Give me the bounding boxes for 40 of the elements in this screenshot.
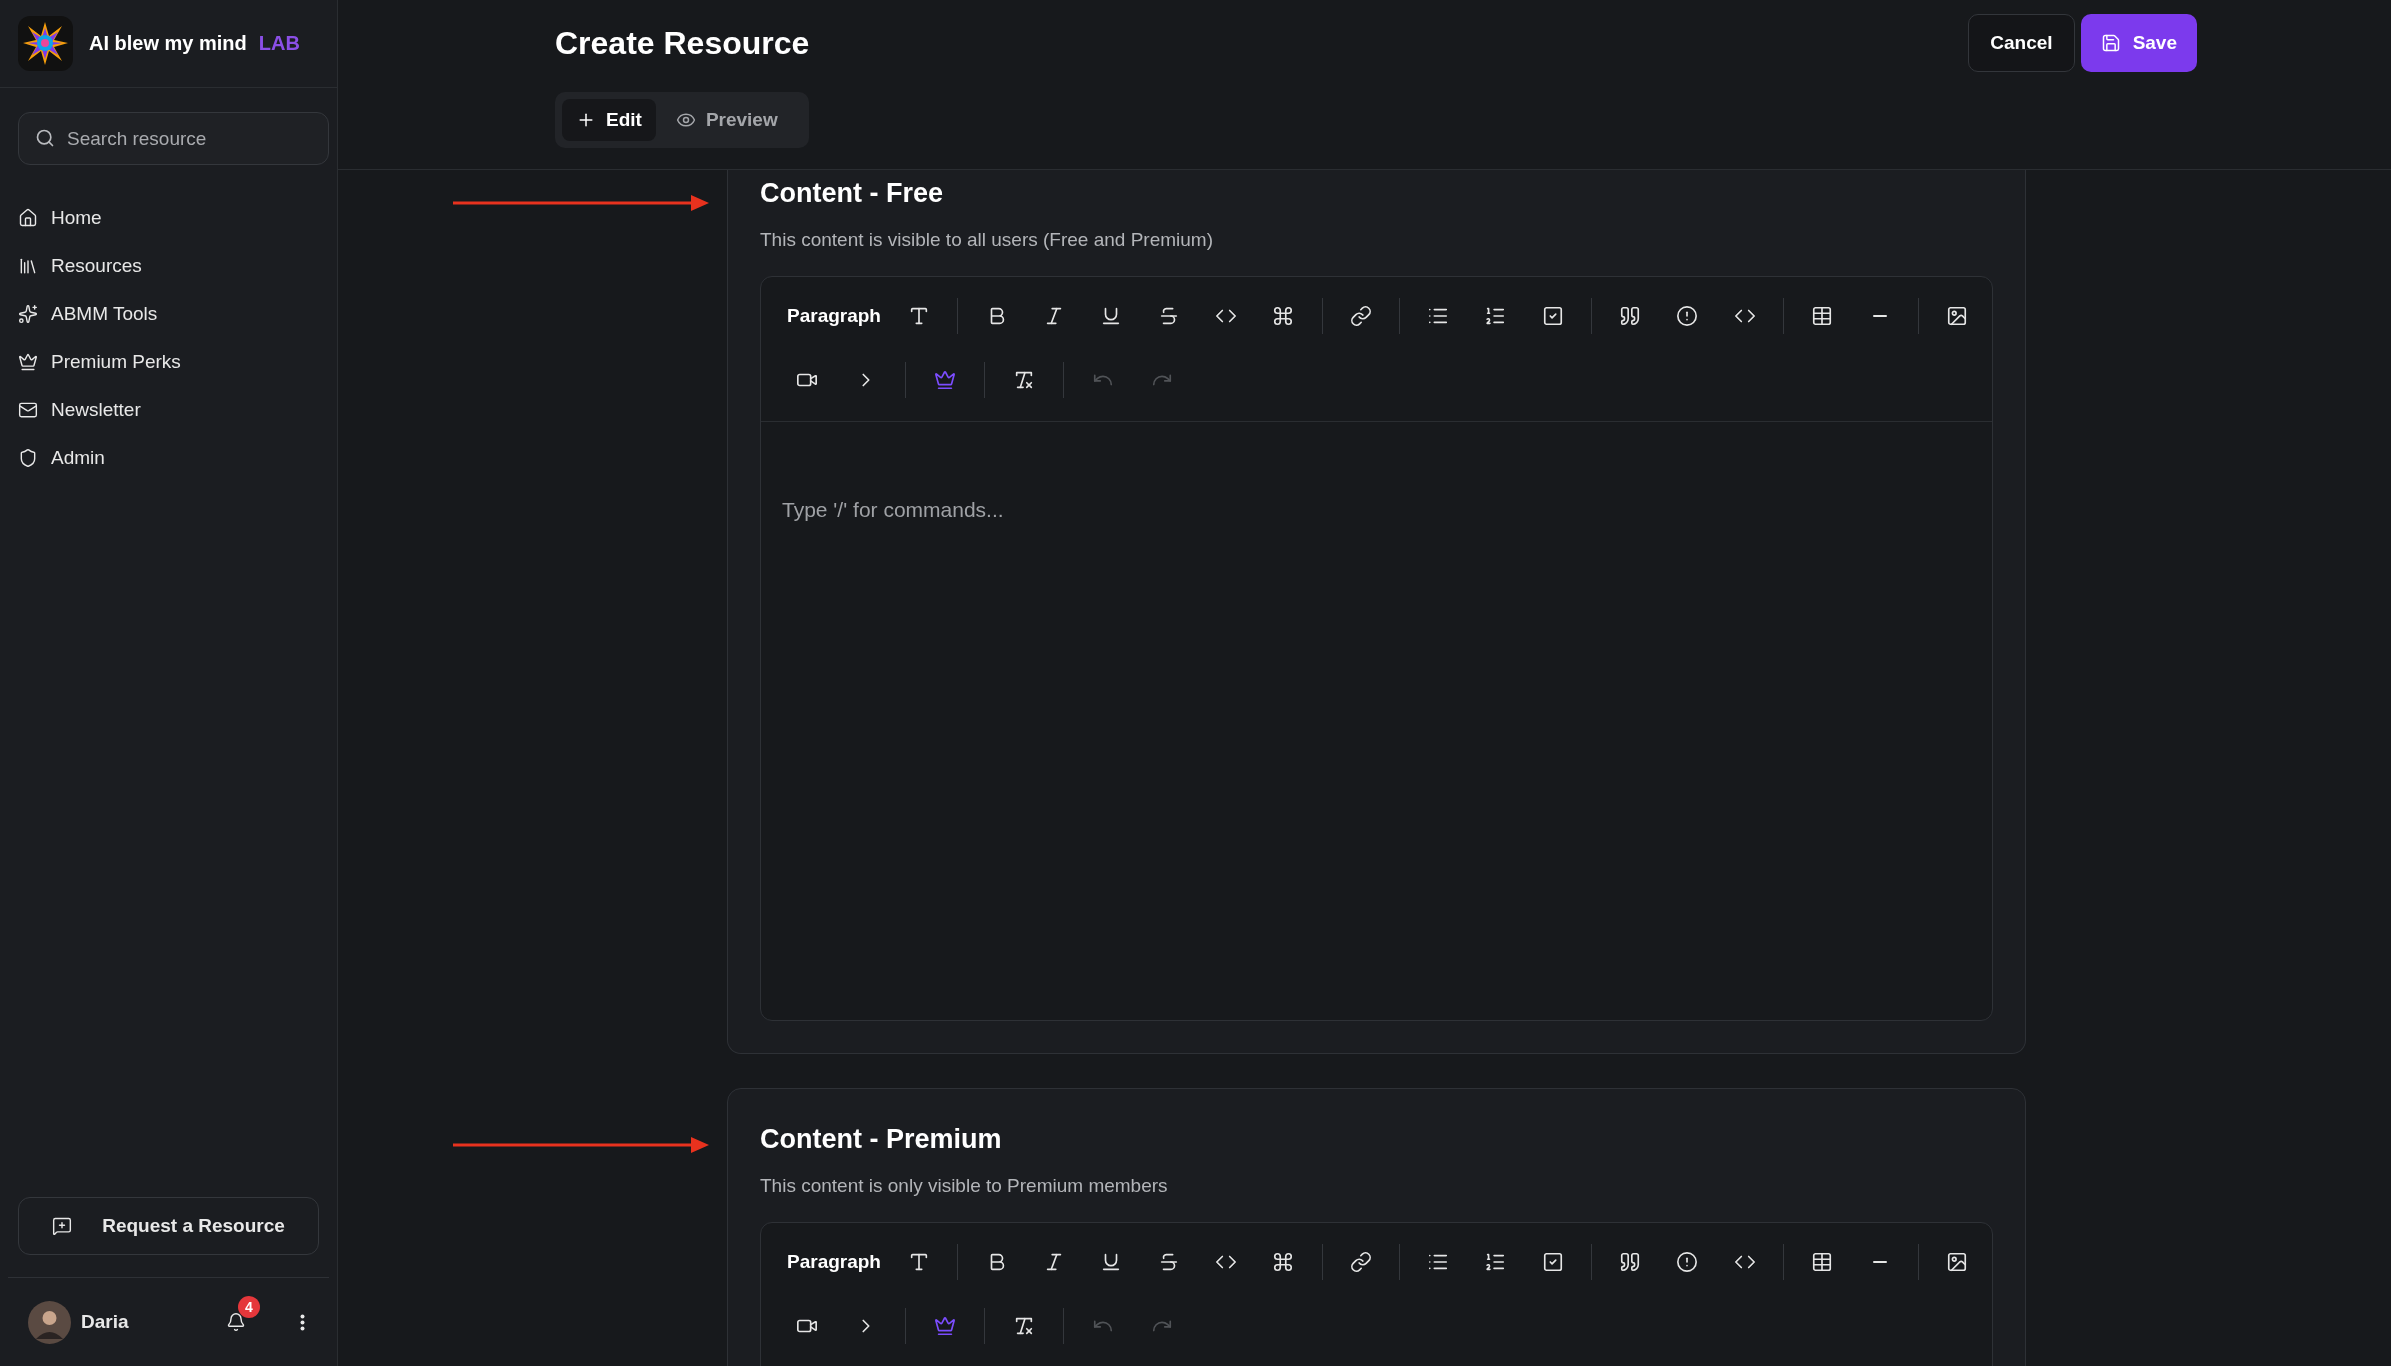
crown-icon — [18, 352, 38, 372]
cancel-button[interactable]: Cancel — [1968, 14, 2075, 72]
user-name: Daria — [81, 1311, 130, 1333]
nav-item[interactable]: Newsletter — [18, 386, 319, 434]
logo-icon — [18, 16, 73, 71]
nav-item[interactable]: Home — [18, 194, 319, 242]
nav-item[interactable]: Admin — [18, 434, 319, 482]
avatar — [28, 1300, 71, 1344]
search-field[interactable]: Search resource — [18, 112, 329, 165]
section-title: Content - Free — [760, 177, 944, 210]
lab-tag: LAB — [258, 32, 300, 55]
sparkles-icon — [18, 304, 38, 324]
app-name: AI blew my mind — [89, 32, 247, 55]
request-resource-button[interactable]: Request a Resource — [18, 1197, 319, 1255]
page-title: Create Resource — [555, 24, 810, 63]
bell-icon — [226, 1312, 246, 1332]
mode-tab[interactable]: Edit — [562, 99, 656, 141]
nav-item[interactable]: Resources — [18, 242, 319, 290]
save-icon — [2100, 33, 2121, 53]
block-type-dropdown[interactable]: Paragraph — [787, 305, 881, 327]
save-button[interactable]: Save — [2080, 14, 2197, 72]
nav-item[interactable]: ABMM Tools — [18, 290, 319, 338]
editor-placeholder: Type '/' for commands... — [782, 498, 1005, 522]
rich-text-editor[interactable]: Paragraph Type '/' for commands... — [760, 276, 1993, 1021]
section-description: This content is visible to all users (Free and Premium) — [760, 228, 1214, 252]
library-icon — [18, 256, 38, 276]
more-icon — [300, 1313, 305, 1331]
rich-text-editor[interactable]: Paragraph — [760, 1222, 1993, 1366]
message-plus-icon — [52, 1216, 73, 1236]
mail-icon — [18, 400, 38, 420]
section-title: Content - Premium — [760, 1123, 1003, 1156]
mode-tab[interactable]: Preview — [661, 99, 792, 141]
block-type-dropdown[interactable]: Paragraph — [787, 1251, 881, 1273]
house-icon — [18, 208, 38, 228]
search-icon — [35, 128, 55, 148]
nav-item[interactable]: Premium Perks — [18, 338, 319, 386]
section-description: This content is only visible to Premium members — [760, 1174, 1169, 1198]
shield-icon — [18, 448, 38, 468]
eye-icon — [675, 110, 696, 130]
notification-badge: 4 — [238, 1296, 260, 1318]
